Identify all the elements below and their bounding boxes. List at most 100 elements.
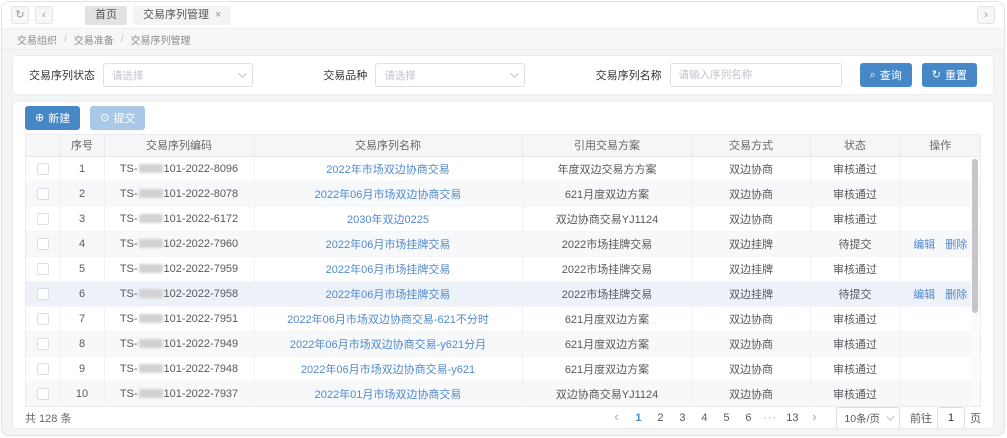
submit-button[interactable]: ⊙ 提交 [90,106,145,130]
sequence-name-link[interactable]: 2022年06月市场挂牌交易 [326,264,451,276]
row-no: 8 [60,331,104,356]
jump-label: 前往 [910,410,932,426]
row-no: 1 [60,156,104,181]
reset-button[interactable]: ↻ 重置 [922,63,977,87]
refresh-icon: ↻ [15,9,24,21]
col-header-plan: 引用交易方案 [522,135,692,156]
breadcrumb-separator: / [64,34,67,45]
row-no: 9 [60,356,104,381]
actions-cell [900,356,980,381]
col-header-code: 交易序列编码 [104,135,254,156]
sequence-name-link[interactable]: 2030年双边0225 [347,214,429,226]
row-status: 审核通过 [810,331,900,356]
row-checkbox[interactable] [37,238,49,250]
table-row: 1 TS-101-2022-8096 2022年市场双边协商交易 年度双边交易方… [26,156,980,181]
row-checkbox[interactable] [37,338,49,350]
row-status: 审核通过 [810,206,900,231]
page-button[interactable]: 5 [716,408,736,428]
search-button[interactable]: ⌕ 查询 [860,63,912,87]
breadcrumb-item[interactable]: 交易准备 [74,32,114,47]
col-header-actions: 操作 [900,135,980,156]
redacted-code-segment [139,339,163,348]
page-button[interactable]: 1 [628,408,648,428]
breadcrumb: 交易组织 / 交易准备 / 交易序列管理 [2,28,1004,50]
table-scrollbar[interactable] [971,157,979,405]
sequence-name-input[interactable] [670,63,842,87]
forward-button[interactable]: › [977,6,995,24]
delete-link[interactable]: 删除 [945,289,967,301]
row-status: 审核通过 [810,181,900,206]
status-filter-label: 交易序列状态 [29,67,95,83]
pagination: ‹ 123456···13 › 10条/页 前往 页 [606,407,981,429]
page-button[interactable]: 13 [782,408,802,428]
row-checkbox[interactable] [37,188,49,200]
row-no: 4 [60,231,104,256]
row-no: 2 [60,181,104,206]
scrollbar-thumb[interactable] [972,159,978,313]
redacted-code-segment [139,289,163,298]
close-icon[interactable]: × [215,6,221,25]
breadcrumb-item-current: 交易序列管理 [131,32,191,47]
tab-home[interactable]: 首页 [85,6,127,25]
table-row: 3 TS-101-2022-6172 2030年双边0225 双边协商交易YJ1… [26,206,980,231]
redacted-code-segment [139,264,163,273]
next-page-button[interactable]: › [804,408,824,428]
redacted-code-segment [139,164,163,173]
breadcrumb-separator: / [121,34,124,45]
page-button[interactable]: 6 [738,408,758,428]
row-checkbox[interactable] [37,388,49,400]
actions-cell [900,156,980,181]
tab-bar: ↻ ‹ 首页 交易序列管理 × › [2,2,1004,28]
row-mode: 双边协商 [692,156,810,181]
row-checkbox[interactable] [37,363,49,375]
row-mode: 双边挂牌 [692,281,810,306]
sequence-name-link[interactable]: 2022年06月市场双边协商交易-y621 [301,364,475,376]
tab-trade-sequence-management[interactable]: 交易序列管理 × [133,6,231,25]
sequence-name-link[interactable]: 2022年06月市场双边协商交易 [315,189,462,201]
row-status: 审核通过 [810,156,900,181]
row-no: 10 [60,381,104,406]
row-status: 审核通过 [810,356,900,381]
create-button[interactable]: ⊕ 新建 [25,106,80,130]
select-all-header [26,135,60,156]
jump-page-input[interactable] [937,407,965,429]
page-button[interactable]: 2 [650,408,670,428]
sequence-name-link[interactable]: 2022年06月市场挂牌交易 [326,239,451,251]
sequence-name-link[interactable]: 2022年01月市场双边协商交易 [315,389,462,401]
redacted-code-segment [139,189,163,198]
col-header-status: 状态 [810,135,900,156]
breadcrumb-item[interactable]: 交易组织 [17,32,57,47]
reset-icon: ↻ [932,70,941,81]
row-checkbox[interactable] [37,163,49,175]
status-select[interactable]: 请选择 [103,63,253,87]
page-button[interactable]: 3 [672,408,692,428]
row-code: TS-101-2022-7948 [104,356,254,381]
row-checkbox[interactable] [37,263,49,275]
chevron-left-icon: ‹ [42,9,46,21]
row-checkbox[interactable] [37,213,49,225]
refresh-button[interactable]: ↻ [11,6,29,24]
sequence-name-link[interactable]: 2022年06月市场双边协商交易-y621分月 [290,339,486,351]
table-row: 8 TS-101-2022-7949 2022年06月市场双边协商交易-y621… [26,331,980,356]
prev-page-button[interactable]: ‹ [606,408,626,428]
row-plan: 年度双边交易方方案 [522,156,692,181]
variety-select[interactable]: 请选择 [375,63,525,87]
sequence-name-link[interactable]: 2022年06月市场挂牌交易 [326,289,451,301]
filter-panel: 交易序列状态 请选择 交易品种 请选择 交易序列名称 [12,55,994,95]
row-status: 审核通过 [810,256,900,281]
page-button[interactable]: 4 [694,408,714,428]
app-window: ↻ ‹ 首页 交易序列管理 × › 交易组织 / 交易准备 / 交易序列管理 交… [1,1,1005,436]
sequence-name-link[interactable]: 2022年市场双边协商交易 [326,164,449,176]
row-mode: 双边协商 [692,331,810,356]
page-size-select[interactable]: 10条/页 [836,407,900,429]
delete-link[interactable]: 删除 [945,239,967,251]
sequence-name-link[interactable]: 2022年06月市场双边协商交易-621不分时 [287,314,489,326]
row-no: 3 [60,206,104,231]
row-checkbox[interactable] [37,313,49,325]
back-button[interactable]: ‹ [35,6,53,24]
row-checkbox[interactable] [37,288,49,300]
edit-link[interactable]: 编辑 [913,239,935,251]
jump-suffix-label: 页 [970,410,981,426]
edit-link[interactable]: 编辑 [913,289,935,301]
row-code: TS-102-2022-7960 [104,231,254,256]
